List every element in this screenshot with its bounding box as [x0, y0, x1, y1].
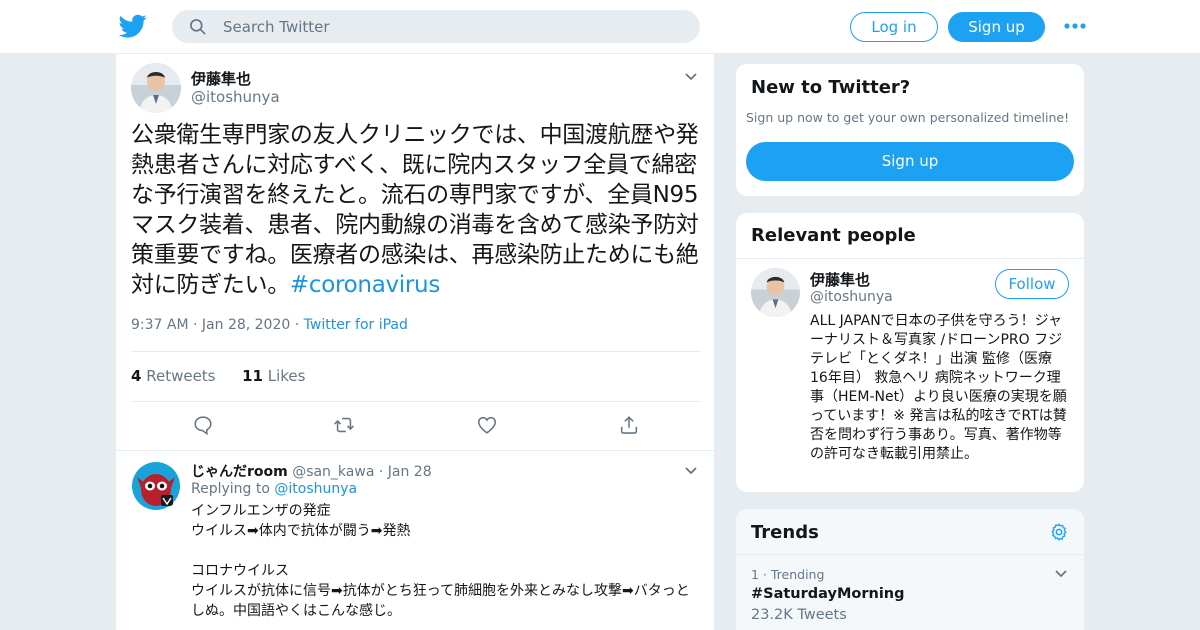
author-name[interactable]: 伊藤隼也	[191, 68, 251, 89]
card-title: New to Twitter?	[751, 77, 911, 98]
search-input[interactable]: Search Twitter	[223, 18, 330, 36]
card-subtitle: Sign up now to get your own personalized…	[746, 110, 1070, 125]
share-icon[interactable]	[618, 414, 640, 436]
trend-hashtag[interactable]: #SaturdayMorning	[751, 586, 905, 602]
reply-date[interactable]: Jan 28	[388, 464, 432, 480]
author-photo	[131, 63, 181, 113]
replying-to: Replying to @itoshunya	[191, 481, 357, 497]
login-button[interactable]: Log in	[850, 12, 938, 42]
hashtag-link[interactable]: #coronavirus	[290, 272, 440, 298]
retweets-stat[interactable]: 4 Retweets	[131, 367, 216, 385]
author-handle[interactable]: @itoshunya	[191, 88, 280, 106]
new-to-twitter-card: New to Twitter? Sign up now to get your …	[735, 63, 1085, 197]
person-handle[interactable]: @itoshunya	[810, 289, 893, 305]
tweet-source-link[interactable]: Twitter for iPad	[304, 317, 408, 333]
twitter-bird-logo-icon[interactable]	[119, 12, 147, 40]
tweet-date[interactable]: Jan 28, 2020	[202, 317, 290, 333]
signup-button-large[interactable]: Sign up	[746, 142, 1074, 181]
retweets-count: 4	[131, 367, 142, 385]
search-bar[interactable]: Search Twitter	[172, 10, 700, 43]
tweet-column: 伊藤隼也 @itoshunya 公衆衛生専門家の友人クリニックでは、中国渡航歴や…	[115, 54, 716, 630]
meta-separator: ·	[193, 317, 202, 333]
person-bio: ALL JAPANで日本の子供を守ろう！ジャーナリスト＆写真家 /ドローンPRO…	[810, 313, 1067, 462]
divider	[116, 450, 716, 451]
trends-card: Trends 1 · Trending #SaturdayMorning 23.…	[735, 508, 1085, 630]
meta-separator: ·	[294, 317, 304, 333]
trend-rank: 1 · Trending	[751, 567, 825, 582]
trend-tweet-count: 23.2K Tweets	[751, 607, 847, 623]
reply-icon[interactable]	[192, 414, 214, 436]
chevron-down-icon[interactable]	[684, 72, 698, 82]
signup-button[interactable]: Sign up	[948, 12, 1045, 42]
chevron-down-icon[interactable]	[1054, 569, 1068, 579]
likes-label: Likes	[267, 367, 306, 385]
likes-stat[interactable]: 11 Likes	[242, 367, 305, 385]
divider	[131, 351, 701, 352]
tweet-stats: 4 Retweets 11 Likes	[131, 367, 305, 385]
card-title: Trends	[751, 522, 819, 543]
tweet-time[interactable]: 9:37 AM	[131, 317, 189, 333]
tweet-text: 公衆衛生専門家の友人クリニックでは、中国渡航歴や発熱患者さんに対応すべく、既に院…	[131, 120, 703, 300]
avatar[interactable]	[131, 63, 181, 113]
more-dots-icon[interactable]	[1062, 16, 1088, 36]
reply-author-handle[interactable]: @san_kawa	[292, 464, 374, 480]
retweet-icon[interactable]	[333, 414, 355, 436]
gear-icon[interactable]	[1049, 522, 1069, 542]
reply-avatar-photo	[131, 461, 181, 511]
top-nav-bar: Search Twitter Log in Sign up	[0, 0, 1200, 54]
heart-icon[interactable]	[476, 414, 498, 436]
likes-count: 11	[242, 367, 263, 385]
divider	[736, 554, 1084, 555]
person-name[interactable]: 伊藤隼也	[810, 269, 870, 290]
avatar[interactable]	[751, 268, 800, 317]
reply-header: じゃんだroom @san_kawa · Jan 28	[191, 461, 432, 481]
follow-button[interactable]: Follow	[995, 269, 1069, 299]
retweets-label: Retweets	[146, 367, 216, 385]
avatar[interactable]	[131, 461, 181, 511]
replying-prefix: Replying to	[191, 481, 270, 497]
relevant-people-card: Relevant people 伊藤隼也 @itoshunya Follow A…	[735, 212, 1085, 493]
search-icon	[190, 19, 206, 35]
replying-to-link[interactable]: @itoshunya	[274, 481, 357, 497]
chevron-down-icon[interactable]	[684, 466, 698, 476]
card-title: Relevant people	[751, 225, 916, 246]
meta-separator: ·	[378, 464, 388, 480]
reply-author-name[interactable]: じゃんだroom	[191, 464, 288, 480]
person-photo	[751, 268, 800, 317]
tweet-meta: 9:37 AM · Jan 28, 2020 · Twitter for iPa…	[131, 317, 408, 333]
divider	[131, 401, 701, 402]
divider	[736, 258, 1084, 259]
reply-text: インフルエンザの発症 ウイルス➡体内で抗体が闘う➡発熱 コロナウイルス ウイルス…	[191, 503, 690, 619]
